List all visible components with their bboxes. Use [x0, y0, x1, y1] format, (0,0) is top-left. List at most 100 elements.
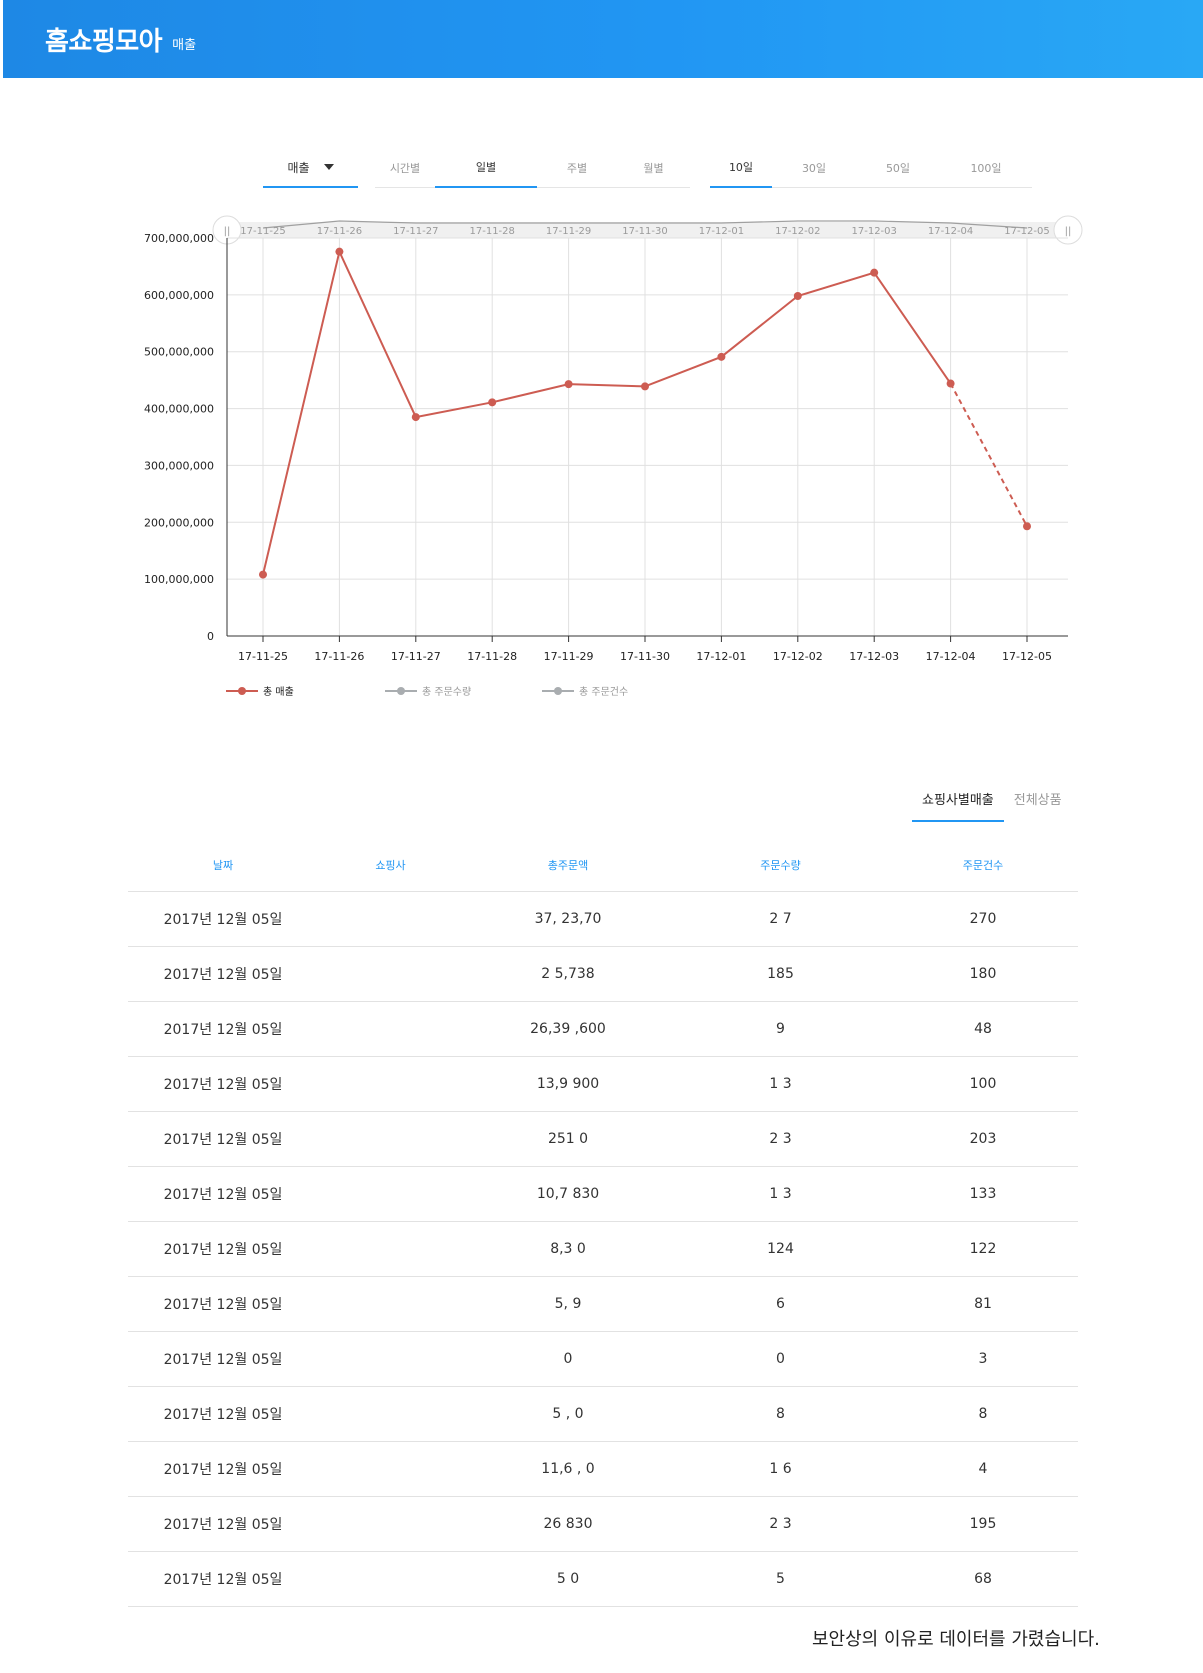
range-option-4[interactable]: 100일	[940, 148, 1032, 188]
range-options: 10일 30일 50일 100일	[710, 148, 1032, 188]
x-tick-label: 17-11-28	[467, 650, 517, 663]
metric-dropdown[interactable]: 매출	[263, 148, 358, 188]
table-row[interactable]: 2017년 12월 05일 26 830 2 3 195	[128, 1497, 1078, 1552]
grip-icon: ||	[224, 226, 231, 237]
quantity-cell: 0	[776, 1351, 785, 1367]
data-point	[335, 247, 344, 256]
x-tick-label: 17-11-25	[238, 650, 288, 663]
table-row[interactable]: 2017년 12월 05일 13,9 900 1 3 100	[128, 1057, 1078, 1112]
table-row[interactable]: 2017년 12월 05일 5 0 5 68	[128, 1552, 1078, 1607]
x-tick-label: 17-11-27	[391, 650, 441, 663]
table-row[interactable]: 2017년 12월 05일 0 0 3	[128, 1332, 1078, 1387]
date-cell: 2017년 12월 05일	[163, 1022, 283, 1038]
tab-all-products[interactable]: 전체상품	[1004, 788, 1072, 822]
date-cell: 2017년 12월 05일	[163, 1187, 283, 1203]
caret-down-icon	[323, 164, 334, 170]
data-point	[870, 268, 879, 277]
x-tick-label: 17-12-03	[849, 650, 899, 663]
table-row[interactable]: 2017년 12월 05일 251 0 2 3 203	[128, 1112, 1078, 1167]
slider-tick-label: 17-11-27	[393, 226, 438, 237]
x-tick-label: 17-11-26	[314, 650, 364, 663]
column-header[interactable]: 날짜	[128, 857, 318, 873]
y-tick-label: 700,000,000	[144, 232, 214, 245]
column-header[interactable]: 총주문액	[463, 857, 673, 873]
table-row[interactable]: 2017년 12월 05일 11,6 , 0 1 6 4	[128, 1442, 1078, 1497]
app-title: 홈쇼핑모아	[45, 26, 163, 57]
series-line-total-sales-projected	[949, 383, 1028, 527]
legend-label[interactable]: 총 주문건수	[579, 686, 628, 698]
column-header[interactable]: 쇼핑사	[318, 857, 463, 873]
orders-cell: 100	[969, 1076, 997, 1092]
range-option-3[interactable]: 50일	[856, 148, 940, 188]
table-row[interactable]: 2017년 12월 05일 5 , 0 8 8	[128, 1387, 1078, 1442]
slider-tick-label: 17-11-28	[470, 226, 515, 237]
quantity-cell: 1 6	[769, 1461, 792, 1477]
quantity-cell: 1 3	[769, 1076, 792, 1092]
legend-marker	[238, 687, 246, 695]
date-cell: 2017년 12월 05일	[163, 1572, 283, 1588]
orders-cell: 68	[974, 1571, 992, 1587]
data-point	[641, 382, 649, 391]
date-cell: 2017년 12월 05일	[163, 1297, 283, 1313]
slider-tick-label: 17-11-30	[622, 226, 667, 237]
column-header[interactable]: 주문건수	[888, 857, 1078, 873]
data-point	[717, 352, 726, 361]
data-point	[564, 380, 573, 389]
orders-cell: 4	[978, 1461, 988, 1477]
y-tick-label: 300,000,000	[144, 459, 214, 472]
y-tick-label: 500,000,000	[144, 346, 214, 359]
orders-cell: 195	[969, 1516, 997, 1532]
range-option-1[interactable]: 10일	[710, 148, 772, 188]
sales-line-chart: 17-11-25 17-11-26 17-11-27 17-11-28 17-11-29…	[144, 215, 1083, 698]
legend-label[interactable]: 총 매출	[263, 686, 294, 698]
page-subtitle: 매출	[172, 37, 197, 53]
period-option-4[interactable]: 월별	[617, 148, 690, 188]
table-body: 2017년 12월 05일 37, 23,70 2 7 270 2017년 12월 05…	[128, 892, 1078, 1607]
amount-cell: 8,3 0	[550, 1241, 586, 1257]
table-row[interactable]: 2017년 12월 05일 37, 23,70 2 7 270	[128, 892, 1078, 947]
sales-table: 날짜 쇼핑사 총주문액 주문수량 주문건수 2017년 12월 05일 37, 23,70…	[128, 838, 1078, 1607]
orders-cell: 81	[974, 1296, 992, 1312]
data-point	[411, 413, 420, 422]
filter-bar: 매출 시간별 일별 주별 월별 10일 30일 50일 100일	[0, 148, 1203, 190]
period-option-1[interactable]: 시간별	[375, 148, 435, 188]
data-point	[1023, 522, 1031, 531]
amount-cell: 37, 23,70	[534, 911, 602, 927]
range-option-2[interactable]: 30일	[772, 148, 856, 188]
date-cell: 2017년 12월 05일	[163, 1462, 283, 1478]
x-tick-label: 17-11-29	[544, 650, 594, 663]
x-tick-label: 17-12-05	[1002, 650, 1052, 663]
orders-cell: 122	[969, 1241, 997, 1257]
metric-dropdown-label: 매출	[287, 160, 310, 175]
quantity-cell: 124	[767, 1241, 794, 1257]
quantity-cell: 2 7	[769, 911, 792, 927]
date-cell: 2017년 12월 05일	[163, 1407, 283, 1423]
data-point	[793, 291, 802, 300]
period-option-2[interactable]: 일별	[435, 148, 537, 188]
data-point	[259, 570, 267, 579]
table-row[interactable]: 2017년 12월 05일 26,39 ,600 9 48	[128, 1002, 1078, 1057]
amount-cell: 13,9 900	[536, 1076, 600, 1092]
amount-cell: 251 0	[547, 1131, 589, 1147]
legend-label[interactable]: 총 주문수량	[422, 686, 471, 698]
orders-cell: 203	[969, 1131, 997, 1147]
y-tick-label: 100,000,000	[144, 573, 214, 586]
table-row[interactable]: 2017년 12월 05일 10,7 830 1 3 133	[128, 1167, 1078, 1222]
period-option-3[interactable]: 주별	[537, 148, 617, 188]
table-row[interactable]: 2017년 12월 05일 8,3 0 124 122	[128, 1222, 1078, 1277]
tab-shopping-sales[interactable]: 쇼핑사별매출	[912, 788, 1004, 822]
table-row[interactable]: 2017년 12월 05일 5, 9 6 81	[128, 1277, 1078, 1332]
orders-cell: 133	[969, 1186, 997, 1202]
period-options: 시간별 일별 주별 월별	[375, 148, 690, 188]
x-tick-label: 17-12-01	[696, 650, 746, 663]
table-row[interactable]: 2017년 12월 05일 2 5,738 185 180	[128, 947, 1078, 1002]
x-tick-label: 17-11-30	[620, 650, 670, 663]
security-notice: 보안상의 이유로 데이터를 가렸습니다.	[812, 1629, 1100, 1650]
column-header[interactable]: 주문수량	[673, 857, 888, 873]
app-header: 홈쇼핑모아 매출	[3, 0, 1203, 78]
amount-cell: 10,7 830	[536, 1186, 600, 1202]
table-tabs: 쇼핑사별매출 전체상품	[912, 788, 1072, 822]
legend-marker	[554, 687, 562, 695]
quantity-cell: 9	[776, 1021, 785, 1037]
x-tick-label: 17-12-02	[773, 650, 823, 663]
